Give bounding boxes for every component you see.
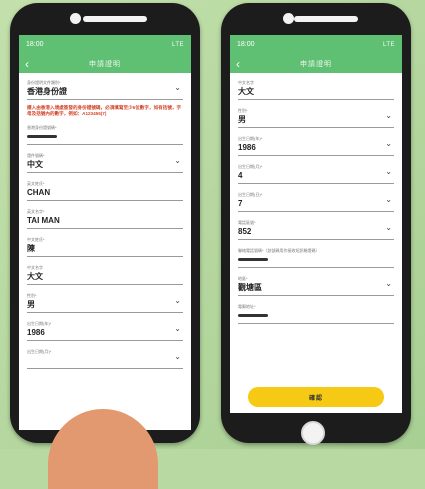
speaker-grille — [294, 16, 358, 22]
chevron-down-icon: ⌄ — [174, 156, 181, 165]
gender-select[interactable]: 性別* 男 ⌄ — [238, 105, 394, 128]
field-value: 男 — [238, 115, 246, 124]
field-value: CHAN — [27, 188, 51, 197]
chevron-down-icon: ⌄ — [385, 195, 392, 204]
chevron-down-icon: ⌄ — [385, 139, 392, 148]
signal-indicator: LTE — [382, 41, 395, 48]
area-code-select[interactable]: 電話區號* 852 ⌄ — [238, 217, 394, 240]
field-value: 4 — [238, 171, 243, 180]
birth-year-select[interactable]: 出生日期(年)* 1986 ⌄ — [238, 133, 394, 156]
field-value — [238, 310, 394, 321]
nav-bar: ‹ 申請證明 — [19, 54, 191, 73]
birth-month-select[interactable]: 出生日期(月)* ⌄ — [27, 346, 183, 369]
field-value: 1986 — [238, 143, 256, 152]
field-value: 觀塘區 — [238, 283, 262, 292]
english-given-name-field[interactable]: 英文名字* TAI MAN — [27, 206, 183, 229]
chevron-down-icon: ⌄ — [174, 324, 181, 333]
nav-bar: ‹ 申請證明 — [230, 54, 402, 73]
birth-year-select[interactable]: 出生日期(年)* 1986 ⌄ — [27, 318, 183, 341]
phone-screen: 18:00 LTE ‹ 申請證明 中文名字 大文 性別* 男 ⌄ 出生日期(年)… — [230, 35, 402, 413]
chevron-down-icon: ⌄ — [174, 83, 181, 92]
district-select[interactable]: 地區* 觀塘區 ⌄ — [238, 273, 394, 296]
email-field[interactable]: 電郵地址* — [238, 301, 394, 324]
redacted-value — [238, 258, 268, 262]
chevron-down-icon: ⌄ — [174, 352, 181, 361]
phone-screen: 18:00 LTE ‹ 申請證明 身份證明文件類別* 香港身份證 ⌄ 請入由香港… — [19, 35, 191, 430]
field-value: 陳 — [27, 244, 35, 253]
birth-month-select[interactable]: 出生日期(月)* 4 ⌄ — [238, 161, 394, 184]
phone-right: 18:00 LTE ‹ 申請證明 中文名字 大文 性別* 男 ⌄ 出生日期(年)… — [221, 3, 411, 445]
redacted-value — [238, 314, 268, 318]
speaker-grille — [83, 16, 147, 22]
registration-form: 中文名字 大文 性別* 男 ⌄ 出生日期(年)* 1986 ⌄ 出生日期(月)*… — [230, 73, 402, 324]
confirm-button[interactable]: 確認 — [248, 387, 384, 407]
status-bar: 18:00 LTE — [19, 35, 191, 54]
status-bar: 18:00 LTE — [230, 35, 402, 54]
phone-left: 18:00 LTE ‹ 申請證明 身份證明文件類別* 香港身份證 ⌄ 請入由香港… — [10, 3, 200, 443]
field-value: 7 — [238, 199, 243, 208]
english-surname-field[interactable]: 英文姓氏* CHAN — [27, 178, 183, 201]
field-value: TAI MAN — [27, 216, 60, 225]
field-value: 男 — [27, 300, 35, 309]
field-value: 1986 — [27, 328, 45, 337]
page-title: 申請證明 — [300, 60, 332, 68]
field-value — [27, 131, 183, 142]
chevron-down-icon: ⌄ — [385, 279, 392, 288]
status-time: 18:00 — [237, 41, 255, 48]
chinese-given-name-field[interactable]: 中文名字 大文 — [238, 77, 394, 100]
phone-number-field[interactable]: 聯絡電話號碼*（該號碼用作接收短訊驗證碼） — [238, 245, 394, 268]
chinese-surname-field[interactable]: 中文姓氏* 陳 — [27, 234, 183, 257]
chevron-down-icon: ⌄ — [385, 111, 392, 120]
field-value — [238, 254, 394, 265]
warning-note: 請入由香港入境處簽發的身份證號碼，必須填寫至少6位數字，如有括號，字母及括號內的… — [27, 105, 182, 116]
chevron-down-icon: ⌄ — [385, 223, 392, 232]
front-camera — [70, 13, 81, 24]
page-title: 申請證明 — [89, 60, 121, 68]
field-value: 大文 — [27, 272, 43, 281]
registration-form: 身份證明文件類別* 香港身份證 ⌄ 請入由香港入境處簽發的身份證號碼，必須填寫至… — [19, 73, 191, 369]
signal-indicator: LTE — [171, 41, 184, 48]
field-value: 中文 — [27, 160, 43, 169]
chinese-given-name-field[interactable]: 中文名字 大文 — [27, 262, 183, 285]
id-number-field[interactable]: 香港身份證號碼* — [27, 122, 183, 145]
field-value: 大文 — [238, 87, 254, 96]
field-value: 852 — [238, 227, 252, 236]
field-value — [27, 355, 183, 366]
status-time: 18:00 — [26, 41, 44, 48]
birth-day-select[interactable]: 出生日期(日)* 7 ⌄ — [238, 189, 394, 212]
field-value: 香港身份證 — [27, 87, 67, 96]
redacted-value — [27, 135, 57, 139]
chevron-down-icon: ⌄ — [385, 167, 392, 176]
id-type-select[interactable]: 身份證明文件類別* 香港身份證 ⌄ — [27, 77, 183, 100]
front-camera — [283, 13, 294, 24]
language-select[interactable]: 證件號碼* 中文 ⌄ — [27, 150, 183, 173]
home-button[interactable] — [301, 421, 325, 445]
gender-select[interactable]: 性別* 男 ⌄ — [27, 290, 183, 313]
chevron-down-icon: ⌄ — [174, 296, 181, 305]
